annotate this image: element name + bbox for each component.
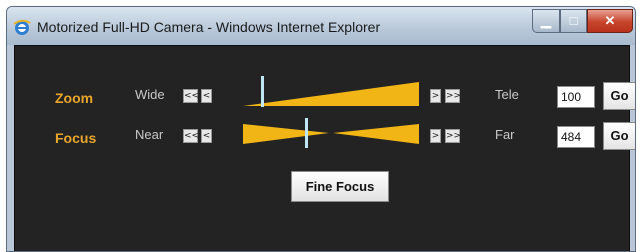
focus-near-label: Near: [135, 127, 164, 142]
focus-fast-far-button[interactable]: >>: [445, 129, 461, 143]
zoom-fast-tele-button[interactable]: >>: [445, 89, 461, 103]
zoom-go-button[interactable]: Go: [603, 82, 635, 110]
focus-slider-near-wedge: [243, 124, 329, 144]
zoom-label: Zoom: [55, 90, 94, 106]
zoom-tele-label: Tele: [495, 87, 519, 102]
window-title: Motorized Full-HD Camera - Windows Inter…: [37, 19, 381, 35]
focus-label: Focus: [55, 130, 97, 146]
focus-go-button[interactable]: Go: [603, 122, 635, 150]
maximize-icon: □: [569, 13, 578, 28]
focus-slider[interactable]: [243, 118, 423, 148]
zoom-tele-button[interactable]: >: [430, 89, 441, 103]
minimize-icon: ▁: [541, 13, 551, 28]
close-button[interactable]: ✕: [587, 9, 633, 33]
zoom-slider-thumb[interactable]: [261, 76, 264, 107]
close-icon: ✕: [604, 13, 616, 28]
zoom-slider-ramp: [243, 82, 419, 106]
fine-focus-button[interactable]: Fine Focus: [291, 171, 389, 202]
browser-window: Motorized Full-HD Camera - Windows Inter…: [6, 6, 636, 252]
zoom-slider[interactable]: [243, 73, 423, 107]
maximize-button[interactable]: □: [560, 9, 587, 33]
zoom-value-input[interactable]: [557, 86, 595, 108]
focus-value-input[interactable]: [557, 126, 595, 148]
zoom-fast-wide-button[interactable]: <<: [183, 89, 199, 103]
focus-slider-thumb[interactable]: [305, 118, 308, 148]
camera-control-panel: Zoom Wide << < > >> Tele Go Focus Near <…: [14, 45, 635, 251]
minimize-button[interactable]: ▁: [532, 9, 560, 33]
zoom-wide-button[interactable]: <: [201, 89, 212, 103]
zoom-wide-label: Wide: [135, 87, 165, 102]
focus-far-label: Far: [495, 127, 515, 142]
focus-slider-far-wedge: [333, 124, 419, 144]
ie-icon: [13, 19, 31, 35]
focus-far-button[interactable]: >: [430, 129, 441, 143]
focus-near-button[interactable]: <: [201, 129, 212, 143]
focus-fast-near-button[interactable]: <<: [183, 129, 199, 143]
title-bar[interactable]: Motorized Full-HD Camera - Windows Inter…: [7, 7, 635, 45]
